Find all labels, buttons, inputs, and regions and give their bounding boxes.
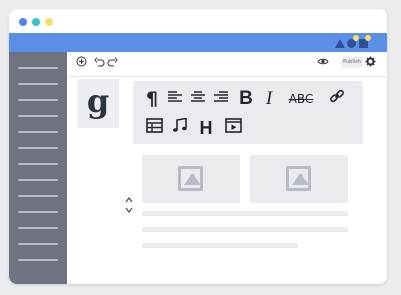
formatting-toolbar: ¶ B I ABC H: [133, 81, 363, 144]
sidebar-item[interactable]: [18, 115, 58, 117]
sidebar-item[interactable]: [18, 243, 58, 245]
sidebar-item[interactable]: [18, 211, 58, 213]
eye-icon[interactable]: [317, 56, 329, 70]
add-circle-icon[interactable]: [76, 56, 87, 70]
yellow-dot-icon: [353, 35, 359, 41]
sidebar-item[interactable]: [18, 179, 58, 181]
undo-icon[interactable]: [94, 56, 105, 70]
move-handle-icon[interactable]: [124, 196, 134, 216]
table-icon[interactable]: [143, 117, 165, 139]
align-center-icon[interactable]: [187, 88, 209, 110]
image-icon: [286, 166, 311, 191]
sidebar-item[interactable]: [18, 163, 58, 165]
publish-button[interactable]: Publish: [341, 57, 363, 68]
text-line-placeholder: [142, 243, 298, 248]
bold-icon[interactable]: B: [235, 88, 257, 110]
window-dot-blue[interactable]: [19, 18, 27, 26]
triangle-icon: [335, 39, 345, 48]
align-right-icon[interactable]: [210, 88, 232, 110]
text-line-placeholder: [142, 227, 348, 232]
sidebar-item[interactable]: [18, 227, 58, 229]
music-icon[interactable]: [169, 117, 191, 139]
heading-icon[interactable]: H: [195, 117, 217, 139]
text-line-placeholder: [142, 211, 348, 216]
paragraph-icon[interactable]: ¶: [141, 88, 163, 110]
window-titlebar: [9, 9, 387, 33]
site-logo: g: [77, 79, 119, 128]
video-icon[interactable]: [222, 117, 244, 139]
image-icon: [178, 166, 203, 191]
sidebar-item[interactable]: [18, 259, 58, 261]
italic-icon[interactable]: I: [258, 88, 280, 110]
link-icon[interactable]: [326, 88, 348, 110]
sidebar: [9, 52, 67, 284]
sidebar-item[interactable]: [18, 131, 58, 133]
image-placeholder[interactable]: [142, 155, 240, 203]
editor-window: Publish g ¶ B I ABC H: [9, 9, 387, 284]
yellow-dot-icon: [365, 35, 371, 41]
sidebar-item[interactable]: [18, 99, 58, 101]
editor-topbar: Publish: [67, 52, 387, 77]
header-shapes: [335, 35, 375, 49]
header-bar: [9, 33, 387, 52]
window-dot-teal[interactable]: [32, 18, 40, 26]
align-left-icon[interactable]: [164, 88, 186, 110]
sidebar-item[interactable]: [18, 67, 58, 69]
strikethrough-icon[interactable]: ABC: [287, 88, 315, 110]
sidebar-item[interactable]: [18, 147, 58, 149]
sidebar-item[interactable]: [18, 195, 58, 197]
gear-icon[interactable]: [365, 56, 376, 70]
image-placeholder[interactable]: [250, 155, 348, 203]
window-dot-yellow[interactable]: [45, 18, 53, 26]
sidebar-item[interactable]: [18, 83, 58, 85]
redo-icon[interactable]: [107, 56, 118, 70]
